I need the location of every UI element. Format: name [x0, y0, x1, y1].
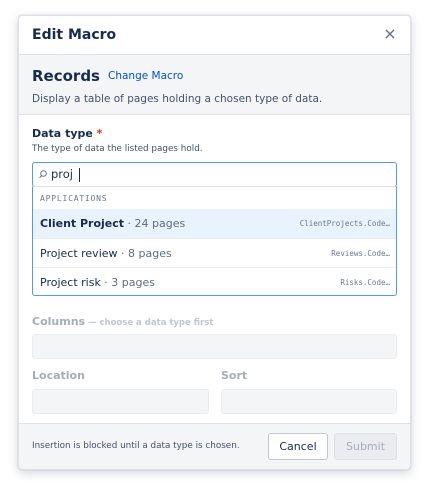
option-count: · 3 pages	[100, 276, 156, 289]
data-type-search-input[interactable]: proj	[32, 162, 397, 187]
macro-summary: Records Change Macro Display a table of …	[19, 55, 410, 115]
option-name: Client Project · 24 pages	[40, 217, 186, 230]
cancel-button[interactable]: Cancel	[268, 433, 328, 460]
option-count: · 8 pages	[117, 247, 172, 260]
location-field	[32, 389, 209, 414]
option-name: Project review · 8 pages	[40, 247, 172, 260]
search-icon	[39, 170, 47, 179]
dropdown-option-client-project[interactable]: Client Project · 24 pages ClientProjects…	[33, 209, 396, 238]
change-macro-link[interactable]: Change Macro	[108, 70, 183, 82]
dropdown-group-label: APPLICATIONS	[40, 194, 108, 203]
sort-label: Sort	[221, 369, 248, 382]
dialog-footer: Insertion is blocked until a data type i…	[19, 423, 410, 469]
macro-name: Records	[32, 67, 100, 85]
option-code: Reviews.Code…	[331, 249, 390, 258]
dropdown-option-project-risk[interactable]: Project risk · 3 pages Risks.Code…	[33, 267, 396, 296]
submit-button[interactable]: Submit	[334, 433, 397, 460]
columns-hint: — choose a data type first	[85, 318, 214, 328]
edit-macro-dialog: Edit Macro × Records Change Macro Displa…	[18, 15, 411, 470]
option-code: Risks.Code…	[340, 278, 390, 287]
dropdown-option-project-review[interactable]: Project review · 8 pages Reviews.Code…	[33, 238, 396, 267]
data-type-label: Data type *	[32, 127, 102, 140]
columns-field	[32, 334, 397, 359]
location-label: Location	[32, 369, 85, 382]
option-name: Project risk · 3 pages	[40, 276, 156, 289]
search-value: proj	[51, 167, 74, 181]
sort-field	[221, 389, 397, 414]
text-caret	[79, 168, 80, 182]
option-count: · 24 pages	[124, 217, 186, 230]
required-marker: *	[96, 127, 103, 140]
data-type-label-text: Data type	[32, 127, 93, 140]
footer-note: Insertion is blocked until a data type i…	[32, 441, 240, 451]
option-code: ClientProjects.Code…	[299, 219, 390, 228]
dialog-header: Edit Macro ×	[19, 16, 410, 55]
dialog-title: Edit Macro	[32, 27, 117, 43]
columns-label: Columns — choose a data type first	[32, 315, 214, 328]
data-type-dropdown: APPLICATIONS Client Project · 24 pages C…	[32, 186, 397, 296]
close-icon[interactable]: ×	[382, 25, 398, 43]
macro-description: Display a table of pages holding a chose…	[32, 93, 323, 105]
data-type-help: The type of data the listed pages hold.	[32, 144, 203, 154]
